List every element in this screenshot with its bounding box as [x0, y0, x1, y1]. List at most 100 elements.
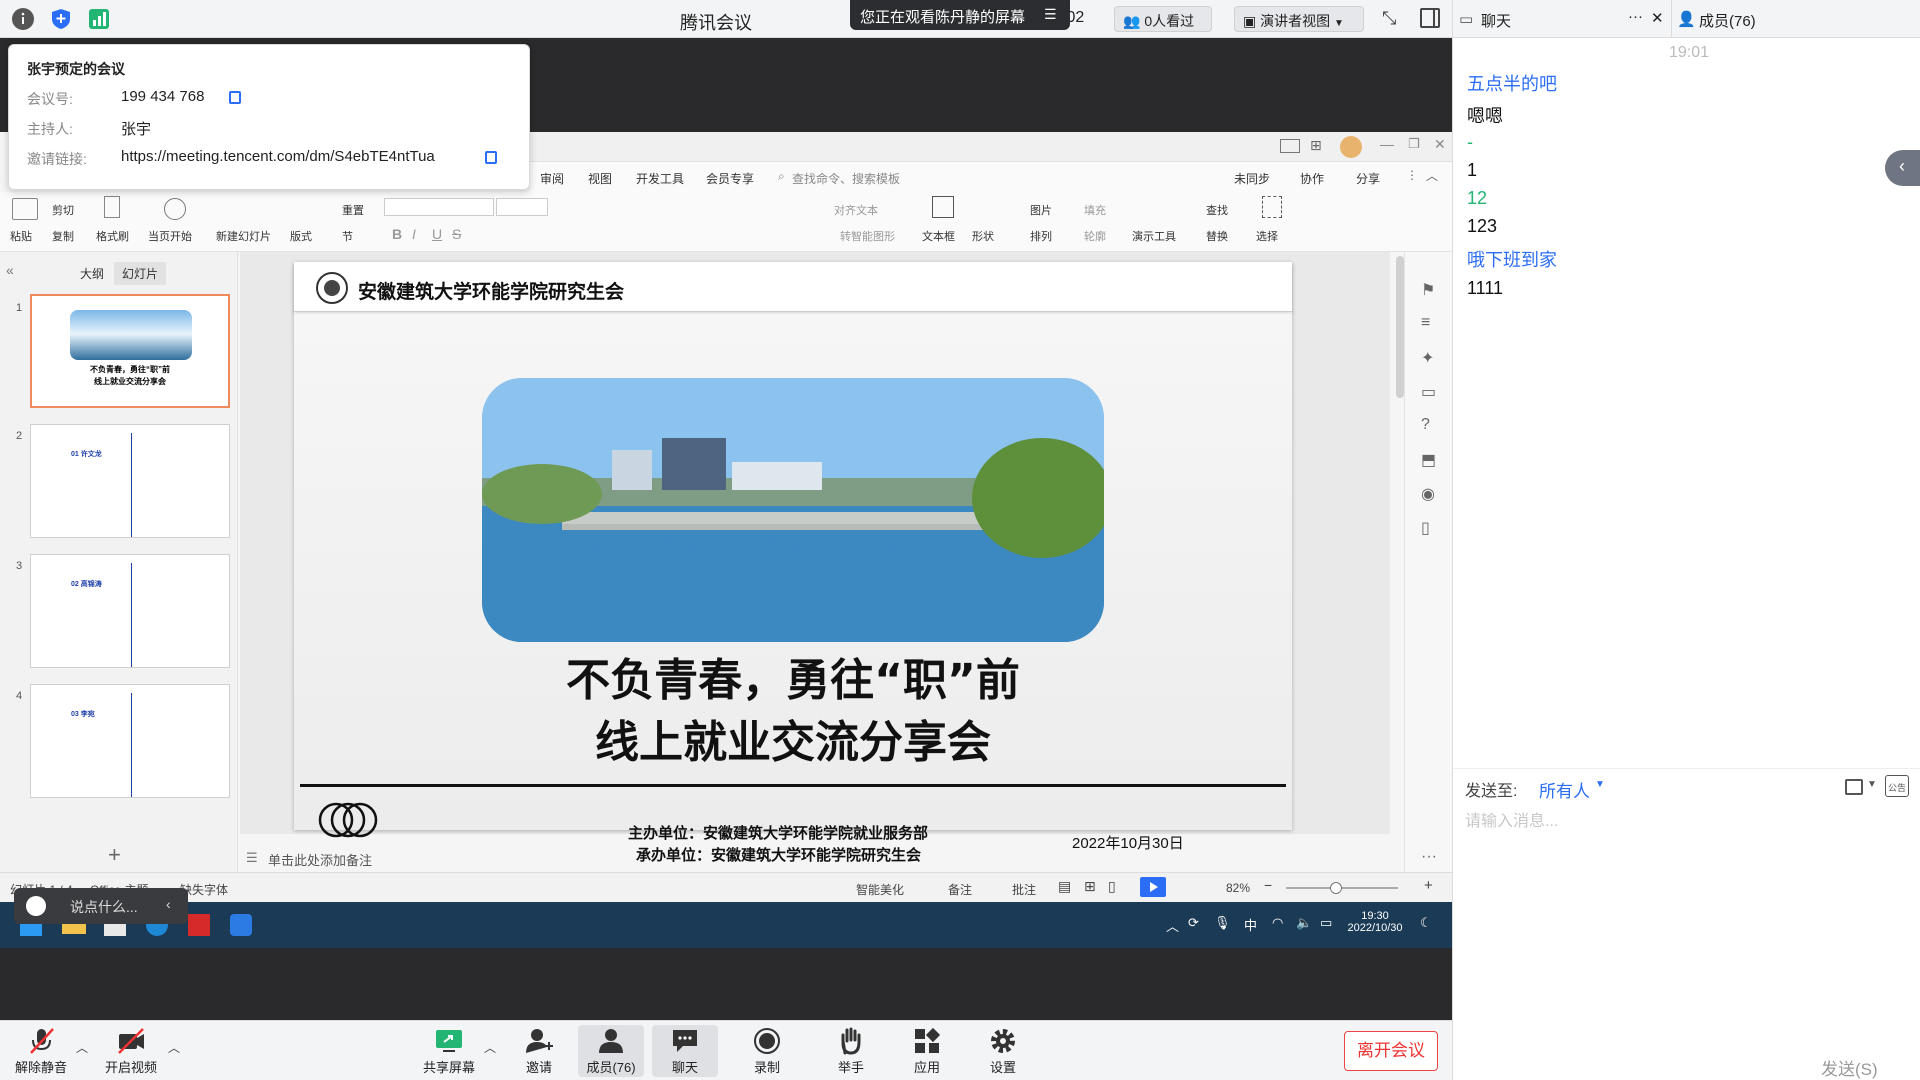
slide-thumbnail-2[interactable]: 01 许文龙 — [30, 424, 230, 538]
menu-developer[interactable]: 开发工具 — [636, 170, 684, 187]
help-icon[interactable]: ? — [1421, 416, 1430, 434]
collapse-ribbon-icon[interactable]: ︿ — [1426, 167, 1438, 184]
add-slide-icon[interactable]: + — [108, 842, 121, 868]
menu-member[interactable]: 会员专享 — [706, 170, 754, 187]
replace-button[interactable]: 替换 — [1206, 228, 1228, 244]
slideshow-button[interactable] — [1140, 877, 1166, 897]
cut-button[interactable]: 剪切 — [52, 202, 74, 218]
leave-meeting-button[interactable]: 离开会议 — [1344, 1031, 1438, 1071]
settings-button[interactable]: 设置 — [970, 1025, 1036, 1077]
raise-hand-button[interactable]: 举手 — [818, 1025, 884, 1077]
send-button[interactable]: 发送(S) — [1821, 1055, 1878, 1080]
tab-slides[interactable]: 幻灯片 — [114, 262, 167, 285]
zoom-level[interactable]: 82% — [1226, 881, 1250, 895]
night-mode-icon[interactable]: ☾ — [1420, 915, 1432, 931]
share-screen-button[interactable]: 共享屏幕 — [416, 1025, 482, 1077]
invite-link-value[interactable]: https://meeting.tencent.com/dm/S4ebTE4nt… — [121, 148, 435, 165]
sharing-banner[interactable]: 您正在观看陈丹静的屏幕 — [850, 0, 1070, 30]
tab-members[interactable]: 成员(76) — [1699, 10, 1756, 31]
quick-chat-bubble[interactable]: 说点什么... ‹ — [14, 888, 188, 924]
emoji-icon[interactable] — [26, 896, 46, 916]
share-options-chevron-icon[interactable]: ︿ — [484, 1039, 496, 1056]
book-icon[interactable]: ▯ — [1421, 518, 1430, 538]
grid-icon[interactable]: ⊞ — [1310, 137, 1322, 154]
battery-icon[interactable]: ▭ — [1320, 915, 1332, 931]
slide-scrollbar[interactable] — [1396, 256, 1404, 398]
find-button[interactable]: 查找 — [1206, 202, 1228, 218]
command-search[interactable]: 查找命令、搜索模板 — [792, 170, 900, 187]
invite-button[interactable]: 邀请 — [506, 1025, 572, 1077]
announcement-button[interactable]: 公告 — [1885, 775, 1909, 797]
chat-bubble-icon[interactable]: ▭ — [1421, 382, 1436, 402]
pin-icon[interactable]: ✦ — [1421, 348, 1434, 368]
more-options-icon[interactable]: ··· — [1421, 848, 1437, 866]
record-button[interactable]: 录制 — [734, 1025, 800, 1077]
ime-indicator[interactable]: 中 — [1244, 915, 1257, 934]
sync-status[interactable]: 未同步 — [1234, 170, 1270, 187]
message-input[interactable]: 请输入消息... — [1465, 807, 1905, 1007]
settings-sliders-icon[interactable]: ≡ — [1421, 314, 1430, 332]
font-size-select[interactable] — [496, 198, 548, 216]
reset-button[interactable]: 重置 — [342, 202, 364, 218]
outline-button[interactable]: 轮廓 — [1084, 228, 1106, 244]
new-slide-button[interactable]: 新建幻灯片 — [216, 228, 271, 244]
font-name-select[interactable] — [384, 198, 494, 216]
format-painter-icon[interactable] — [104, 196, 120, 218]
zoom-out-icon[interactable]: − — [1264, 877, 1272, 893]
presenter-tools-button[interactable]: 演示工具 — [1132, 228, 1176, 244]
taskbar-clock[interactable]: 19:30 2022/10/30 — [1340, 910, 1410, 934]
volume-icon[interactable]: 🔈 — [1296, 915, 1312, 931]
share-doc-button[interactable]: 分享 — [1356, 170, 1380, 187]
microphone-icon[interactable]: 🎙 — [1214, 915, 1231, 931]
chat-button[interactable]: 聊天 — [652, 1025, 718, 1077]
tencent-meeting-icon[interactable] — [230, 914, 252, 936]
paste-button[interactable]: 粘贴 — [10, 228, 32, 244]
zoom-slider[interactable] — [1286, 882, 1398, 894]
section-button[interactable]: 节 — [342, 228, 353, 244]
slide[interactable]: 安徽建筑大学环能学院研究生会 不负青春，勇往“职”前 线上就业交流分享会 主办单… — [294, 262, 1292, 864]
smart-shape-button[interactable]: 转智能图形 — [840, 228, 895, 244]
audio-options-chevron-icon[interactable]: ︿ — [76, 1039, 88, 1056]
file-icon[interactable] — [1845, 779, 1863, 795]
start-video-button[interactable]: 开启视频 — [98, 1025, 164, 1077]
restore-icon[interactable]: ❐ — [1408, 136, 1420, 152]
fill-button[interactable]: 填充 — [1084, 202, 1106, 218]
menu-review[interactable]: 审阅 — [540, 170, 564, 187]
more-icon[interactable]: ⋮ — [1406, 168, 1418, 182]
more-icon[interactable]: ··· — [1628, 8, 1643, 25]
shape-button[interactable]: 形状 — [972, 228, 994, 244]
notes-area[interactable]: ☰ 单击此处添加备注 — [240, 844, 1390, 870]
collapse-chat-icon[interactable]: ‹ — [166, 896, 171, 912]
reading-view-icon[interactable]: ▯ — [1108, 878, 1116, 895]
collapse-pane-icon[interactable]: « — [6, 262, 14, 278]
exit-fullscreen-icon[interactable]: ⤡ — [1382, 8, 1396, 29]
play-from-current-button[interactable]: 当页开始 — [148, 228, 192, 244]
select-button[interactable]: 选择 — [1256, 228, 1278, 244]
format-painter-button[interactable]: 格式刷 — [96, 228, 129, 244]
viewers-button[interactable]: 👥 0人看过 — [1114, 6, 1212, 32]
beautify-button[interactable]: 智能美化 — [856, 881, 904, 898]
arrange-button[interactable]: 排列 — [1030, 228, 1052, 244]
menu-view[interactable]: 视图 — [588, 170, 612, 187]
close-window-icon[interactable]: ✕ — [1434, 136, 1446, 153]
bold-icon[interactable]: B — [392, 226, 402, 242]
copy-meeting-id-icon[interactable] — [229, 91, 241, 104]
slide-thumbnail-4[interactable]: 03 李宛 — [30, 684, 230, 798]
tab-chat[interactable]: 聊天 — [1481, 10, 1511, 31]
sorter-view-icon[interactable]: ⊞ — [1084, 878, 1096, 895]
play-from-current-icon[interactable] — [164, 198, 186, 220]
notes-toggle[interactable]: 备注 — [948, 881, 972, 898]
members-button[interactable]: 成员(76) — [578, 1025, 644, 1077]
copy-button[interactable]: 复制 — [52, 228, 74, 244]
tab-outline[interactable]: 大纲 — [80, 265, 104, 282]
recipient-chevron-down-icon[interactable]: ▼ — [1595, 779, 1605, 790]
zoom-in-icon[interactable]: + — [1424, 877, 1433, 894]
minimize-icon[interactable]: — — [1380, 136, 1394, 152]
video-options-chevron-icon[interactable]: ︿ — [168, 1039, 180, 1056]
align-text-button[interactable]: 对齐文本 — [834, 202, 878, 218]
unmute-button[interactable]: 解除静音 — [8, 1025, 74, 1077]
strikethrough-icon[interactable]: S — [452, 226, 461, 242]
shield-icon[interactable] — [50, 8, 72, 30]
normal-view-icon[interactable]: ▤ — [1058, 878, 1071, 895]
wifi-icon[interactable]: ◠ — [1272, 915, 1283, 931]
